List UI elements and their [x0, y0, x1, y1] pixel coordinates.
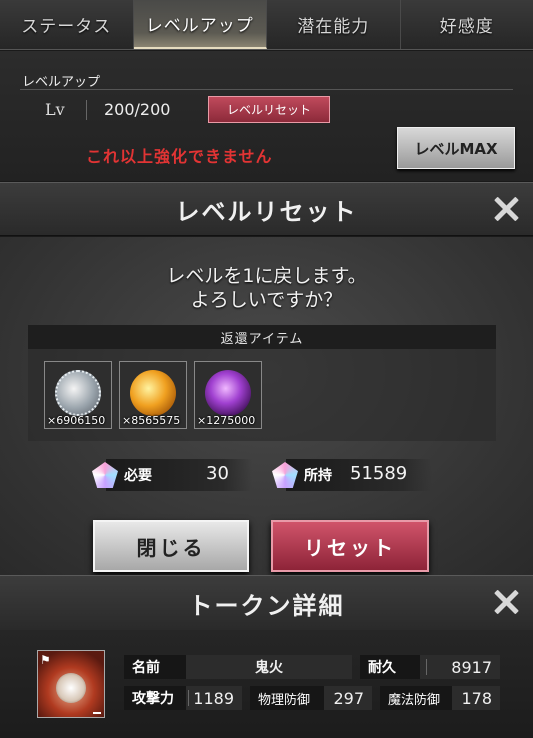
stat-attack-value: 1189 — [186, 686, 242, 710]
return-item-purple: ×1275000 — [194, 361, 262, 429]
confirm-message-line2: よろしいですか？ — [190, 289, 343, 311]
stat-attack-key: 攻撃力 — [124, 686, 186, 710]
token-portrait: ⚑ — [37, 650, 105, 718]
reset-dialog-title: レベルリセット — [175, 197, 358, 226]
stat-durability-value: 8917 — [420, 655, 500, 679]
gold-orb-icon — [130, 370, 176, 416]
return-items-box: 返還アイテム ×6906150 ×8565575 ×1275000 — [28, 325, 496, 441]
stat-name-key: 名前 — [124, 655, 186, 679]
badge-icon: ⚑ — [40, 653, 51, 667]
reset-dialog-header: レベルリセット — [0, 182, 533, 236]
stat-durability-key: 耐久 — [360, 655, 420, 679]
tab-affection[interactable]: 好感度 — [401, 0, 533, 49]
return-item-silver: ×6906150 — [44, 361, 112, 429]
max-level-warning: これ以上強化できません — [86, 147, 273, 166]
level-value: 200/200 — [104, 100, 171, 119]
required-label: 必要 — [124, 468, 152, 484]
stat-name-value: 鬼火 — [186, 655, 352, 679]
stat-phys-def-value: 297 — [324, 686, 372, 710]
reset-button[interactable]: リセット — [271, 520, 429, 572]
return-items-header: 返還アイテム — [28, 325, 496, 349]
stat-mag-def-value: 178 — [452, 686, 500, 710]
token-detail-panel: ⚑ 名前 鬼火 耐久 8917 攻撃力 1189 物理防御 297 魔法防御 1… — [0, 630, 533, 738]
silver-orb-icon — [55, 370, 101, 416]
item-count: ×1275000 — [197, 414, 256, 427]
confirm-message-line1: レベルを1に戻します。 — [166, 265, 367, 287]
level-max-button[interactable]: レベルMAX — [397, 127, 515, 169]
level-up-panel-title: レベルアップ — [22, 75, 101, 90]
tab-status[interactable]: ステータス — [0, 0, 134, 49]
onibi-icon — [56, 673, 86, 703]
level-up-panel: レベルアップ Lv 200/200 レベルリセット これ以上強化できません レベ… — [0, 51, 533, 181]
stat-mag-def-key: 魔法防御 — [380, 686, 452, 710]
owned-amount: 所持 51589 — [272, 459, 432, 491]
close-icon[interactable] — [493, 196, 519, 222]
token-detail-header: トークン詳細 — [0, 575, 533, 631]
level-reset-button[interactable]: レベルリセット — [208, 96, 330, 123]
divider — [20, 89, 513, 90]
tab-potential[interactable]: 潜在能力 — [267, 0, 401, 49]
required-value: 30 — [206, 463, 229, 484]
item-count: ×8565575 — [122, 414, 181, 427]
divider — [188, 690, 189, 706]
return-item-gold: ×8565575 — [119, 361, 187, 429]
stat-phys-def-key: 物理防御 — [250, 686, 324, 710]
owned-label: 所持 — [304, 468, 332, 484]
level-label: Lv — [45, 100, 65, 119]
close-icon[interactable] — [493, 589, 519, 615]
token-detail-title: トークン詳細 — [188, 591, 345, 620]
required-cost: 必要 30 — [92, 459, 252, 491]
tab-level-up[interactable]: レベルアップ — [133, 0, 267, 49]
divider — [426, 659, 427, 675]
purple-orb-icon — [205, 370, 251, 416]
divider — [86, 100, 87, 120]
owned-value: 51589 — [350, 463, 408, 484]
tab-bar: ステータス レベルアップ 潜在能力 好感度 — [0, 0, 533, 50]
corner-mark — [93, 712, 101, 714]
reset-dialog: レベルを1に戻します。 よろしいですか？ 返還アイテム ×6906150 ×85… — [0, 237, 533, 575]
close-button[interactable]: 閉じる — [93, 520, 249, 572]
item-count: ×6906150 — [47, 414, 106, 427]
